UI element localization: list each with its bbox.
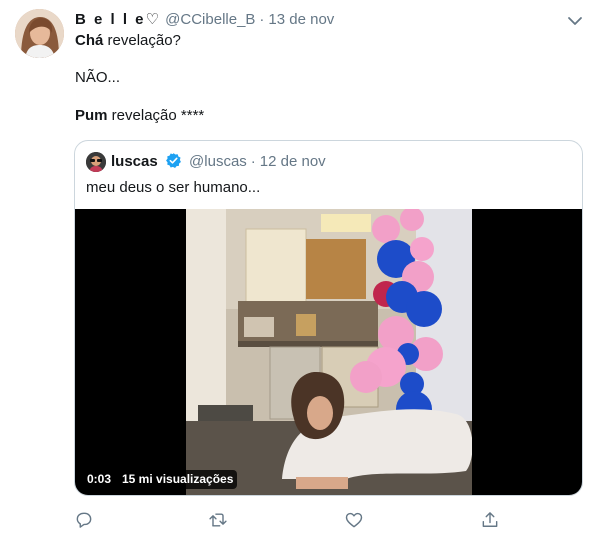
quoted-author-avatar	[86, 152, 106, 172]
video-player[interactable]: 0:03 15 mi visualizações	[75, 209, 582, 495]
quoted-tweet[interactable]: luscas @luscas · 12 de nov meu deus o ser …	[74, 140, 583, 496]
quoted-author-handle: @luscas	[189, 153, 247, 170]
tweet-text: revelação?	[103, 32, 181, 49]
video-thumbnail	[186, 209, 472, 495]
retweet-icon[interactable]	[208, 510, 228, 530]
like-icon[interactable]	[344, 510, 364, 530]
tweet-date[interactable]: 13 de nov	[268, 11, 334, 28]
author-name[interactable]: B e l l e♡	[75, 11, 161, 28]
tweet-actions	[0, 510, 593, 532]
quoted-author-name: luscas	[111, 153, 158, 170]
tweet-text-line-2: NÃO...	[75, 69, 121, 86]
quoted-text: meu deus o ser humano...	[86, 179, 261, 196]
chevron-down-icon[interactable]	[566, 12, 584, 30]
video-views-badge: 15 mi visualizações	[118, 470, 238, 489]
video-duration-badge: 0:03	[83, 470, 116, 489]
tweet-text-bold: Chá	[75, 32, 104, 49]
separator-dot: ·	[250, 153, 256, 170]
tweet-card[interactable]: B e l l e♡ @CCibelle_B · 13 de nov Chá rev…	[0, 0, 593, 534]
tweet-text-line-1: Chá revelação?	[75, 32, 181, 49]
quoted-date: 12 de nov	[259, 153, 326, 170]
separator-dot: ·	[259, 11, 265, 28]
author-handle[interactable]: @CCibelle_B	[165, 11, 255, 28]
share-icon[interactable]	[480, 510, 500, 530]
video-frame	[186, 209, 472, 495]
quoted-header: luscas @luscas · 12 de nov	[111, 152, 326, 170]
author-avatar[interactable]	[15, 9, 64, 58]
quoted-avatar-image	[86, 152, 106, 172]
tweet-text-bold: Pum	[75, 107, 108, 124]
tweet-text: revelação ****	[107, 107, 205, 124]
avatar-image	[15, 9, 64, 58]
verified-badge-icon	[165, 153, 181, 168]
reply-icon[interactable]	[74, 510, 94, 530]
tweet-text-line-3: Pum revelação ****	[75, 107, 204, 124]
tweet-header: B e l l e♡ @CCibelle_B · 13 de nov	[75, 10, 334, 28]
